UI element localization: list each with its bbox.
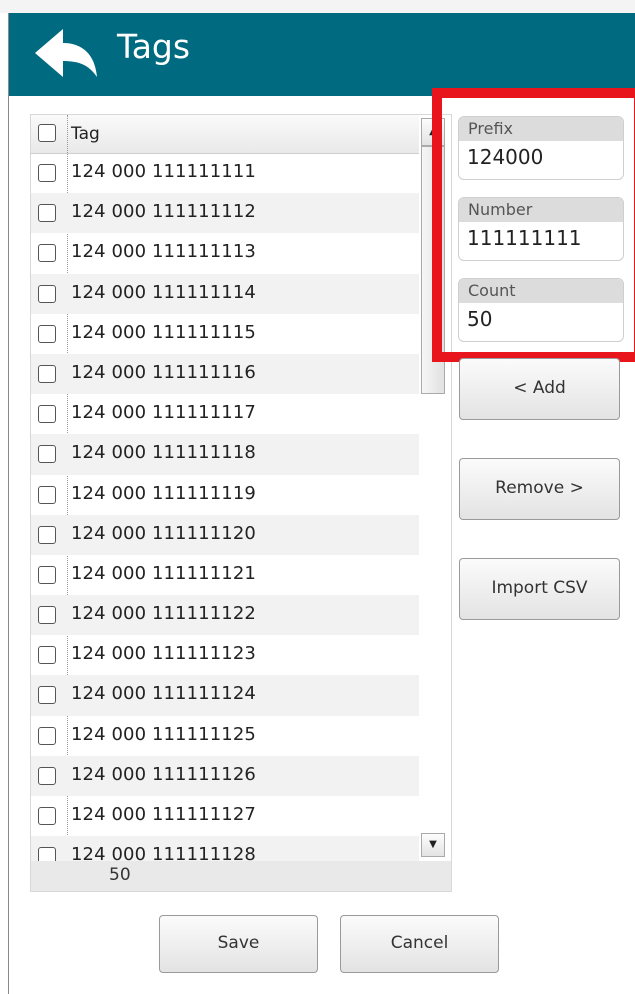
list-item[interactable]: 124 000 111111113 bbox=[31, 233, 419, 273]
row-checkbox[interactable] bbox=[38, 164, 56, 182]
row-checkbox[interactable] bbox=[38, 485, 56, 504]
list-item[interactable]: 124 000 111111118 bbox=[31, 434, 419, 475]
row-checkbox[interactable] bbox=[38, 525, 56, 544]
number-label: Number bbox=[459, 198, 623, 222]
list-item[interactable]: 124 000 111111125 bbox=[31, 716, 419, 756]
row-checkbox[interactable] bbox=[38, 807, 56, 825]
remove-button[interactable]: Remove > bbox=[459, 458, 620, 520]
list-item[interactable]: 124 000 111111126 bbox=[31, 755, 419, 796]
tag-value: 124 000 111111116 bbox=[71, 361, 256, 383]
prefix-label: Prefix bbox=[459, 117, 623, 141]
row-checkbox[interactable] bbox=[38, 284, 56, 303]
count-value[interactable]: 50 bbox=[467, 307, 492, 331]
list-header: Tag bbox=[31, 115, 449, 154]
row-checkbox[interactable] bbox=[38, 244, 56, 263]
tag-value: 124 000 111111122 bbox=[71, 603, 256, 625]
window-left-border bbox=[8, 13, 9, 994]
row-count: 50 bbox=[109, 865, 131, 885]
list-item[interactable]: 124 000 111111124 bbox=[31, 675, 419, 716]
tag-value: 124 000 111111114 bbox=[71, 281, 256, 303]
row-checkbox[interactable] bbox=[38, 646, 56, 665]
tag-value: 124 000 111111121 bbox=[71, 562, 256, 584]
row-checkbox[interactable] bbox=[38, 726, 56, 745]
tag-value: 124 000 111111112 bbox=[71, 201, 256, 223]
tag-value: 124 000 111111120 bbox=[71, 522, 256, 544]
save-button[interactable]: Save bbox=[159, 915, 318, 973]
row-checkbox[interactable] bbox=[38, 606, 56, 625]
tag-value: 124 000 111111127 bbox=[71, 804, 256, 825]
tag-value: 124 000 111111115 bbox=[71, 321, 256, 343]
count-label: Count bbox=[459, 279, 623, 303]
tag-value: 124 000 111111125 bbox=[71, 723, 256, 745]
list-item[interactable]: 124 000 111111119 bbox=[31, 475, 419, 515]
row-checkbox[interactable] bbox=[38, 324, 56, 343]
tag-value: 124 000 111111126 bbox=[71, 763, 256, 785]
count-field[interactable]: Count 50 bbox=[458, 278, 624, 342]
column-header-tag[interactable]: Tag bbox=[71, 124, 100, 144]
list-footer: 50 bbox=[31, 861, 451, 891]
list-item[interactable]: 124 000 111111116 bbox=[31, 353, 419, 395]
list-item[interactable]: 124 000 111111112 bbox=[31, 193, 419, 234]
list-item[interactable]: 124 000 111111111 bbox=[31, 153, 419, 193]
prefix-field[interactable]: Prefix 124000 bbox=[458, 116, 624, 180]
list-item[interactable]: 124 000 111111123 bbox=[31, 635, 419, 675]
page-title: Tags bbox=[117, 27, 191, 66]
list-item[interactable]: 124 000 111111114 bbox=[31, 273, 419, 314]
tag-value: 124 000 111111113 bbox=[71, 241, 256, 263]
row-checkbox[interactable] bbox=[38, 766, 56, 785]
row-checkbox[interactable] bbox=[38, 204, 56, 223]
list-item[interactable]: 124 000 111111117 bbox=[31, 394, 419, 434]
tag-value: 124 000 111111111 bbox=[71, 161, 256, 182]
list-item[interactable]: 124 000 111111122 bbox=[31, 595, 419, 636]
scroll-down-button[interactable]: ▼ bbox=[421, 833, 445, 857]
import-csv-button[interactable]: Import CSV bbox=[459, 558, 620, 620]
back-arrow-icon[interactable] bbox=[31, 23, 101, 83]
tag-list: Tag 124 000 111111111 124 000 111111112 12… bbox=[30, 114, 452, 892]
list-item[interactable]: 124 000 111111115 bbox=[31, 314, 419, 354]
list-rows: 124 000 111111111 124 000 111111112 124 00… bbox=[31, 153, 419, 877]
window-top-strip bbox=[0, 0, 635, 13]
row-checkbox[interactable] bbox=[38, 565, 56, 584]
tag-value: 124 000 111111124 bbox=[71, 683, 256, 705]
prefix-value[interactable]: 124000 bbox=[467, 145, 543, 169]
tag-value: 124 000 111111119 bbox=[71, 482, 256, 504]
row-checkbox[interactable] bbox=[38, 364, 56, 383]
number-field[interactable]: Number 111111111 bbox=[458, 197, 624, 261]
add-button[interactable]: < Add bbox=[459, 358, 620, 420]
list-item[interactable]: 124 000 111111127 bbox=[31, 796, 419, 836]
row-checkbox[interactable] bbox=[38, 445, 56, 464]
row-checkbox[interactable] bbox=[38, 405, 56, 424]
cancel-button[interactable]: Cancel bbox=[340, 915, 499, 973]
select-all-checkbox[interactable] bbox=[38, 124, 56, 142]
tag-value: 124 000 111111118 bbox=[71, 442, 256, 464]
list-item[interactable]: 124 000 111111120 bbox=[31, 514, 419, 555]
tag-value: 124 000 111111123 bbox=[71, 643, 256, 665]
tag-value: 124 000 111111117 bbox=[71, 402, 256, 424]
header-bar: Tags bbox=[9, 13, 635, 96]
row-checkbox[interactable] bbox=[38, 686, 56, 705]
number-value[interactable]: 111111111 bbox=[467, 226, 582, 250]
list-item[interactable]: 124 000 111111121 bbox=[31, 555, 419, 595]
